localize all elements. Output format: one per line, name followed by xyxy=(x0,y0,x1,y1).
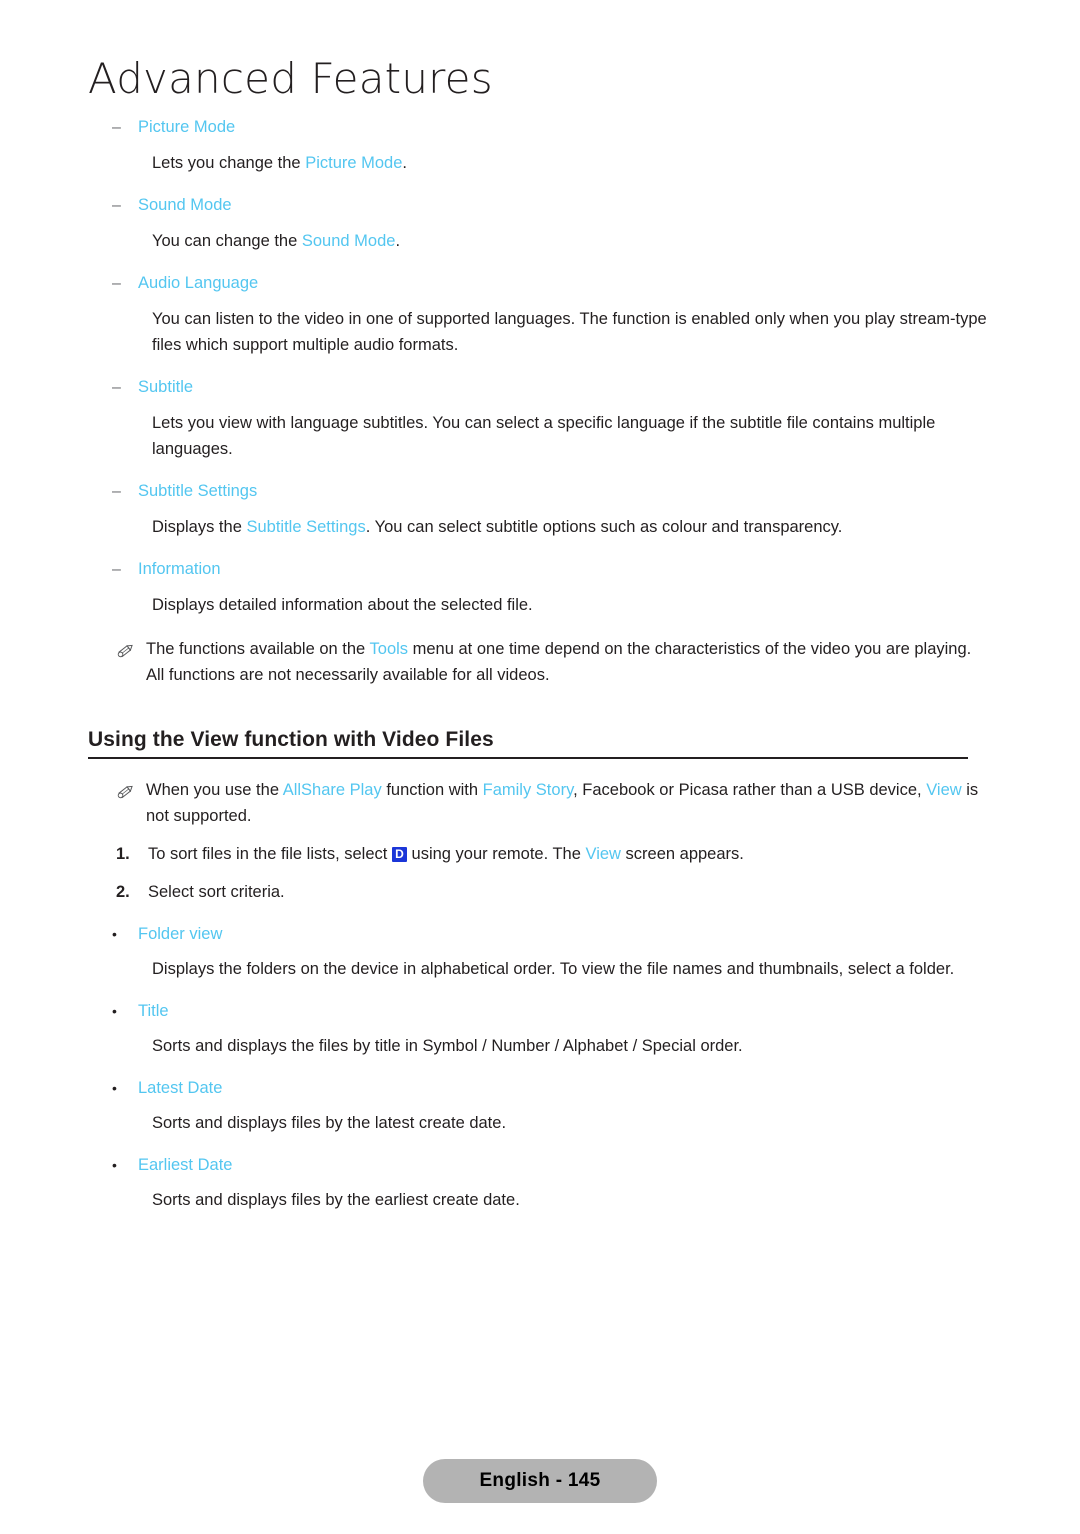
inline-link-subtitle-settings: Subtitle Settings xyxy=(246,518,366,536)
option-body-subtitle-settings: Displays the Subtitle Settings. You can … xyxy=(88,514,988,540)
dash-marker-icon: – xyxy=(112,483,121,500)
step-text-2: Select sort criteria. xyxy=(148,883,285,901)
note-allshare: When you use the AllShare Play function … xyxy=(88,777,988,829)
step-text-pre: To sort files in the file lists, select xyxy=(148,845,392,863)
option-body-subtitle: Lets you view with language subtitles. Y… xyxy=(152,414,936,458)
option-body-information: Displays detailed information about the … xyxy=(152,596,533,614)
dash-marker-icon: – xyxy=(112,197,121,214)
note-tools: The functions available on the Tools men… xyxy=(88,636,988,688)
criteria-body-title: Sorts and displays the files by title in… xyxy=(152,1037,743,1055)
option-body-text-tail: . xyxy=(402,154,408,172)
page-number-badge: English - 145 xyxy=(423,1459,657,1503)
option-body-picture-mode: Lets you change the Picture Mode. xyxy=(88,150,988,176)
option-body-sound-mode: You can change the Sound Mode. xyxy=(88,228,988,254)
criteria-label-title: Title xyxy=(138,1002,169,1020)
step-row-1: 1. To sort files in the file lists, sele… xyxy=(88,841,988,867)
option-row-subtitle-settings: – Subtitle Settings xyxy=(88,476,988,505)
inline-link-sound-mode: Sound Mode xyxy=(301,232,396,250)
option-body-text-tail: . You can select subtitle options such a… xyxy=(365,518,843,536)
bullet-dot-icon: • xyxy=(112,926,117,942)
inline-link-family-story: Family Story xyxy=(482,781,574,799)
note-tools-text: The functions available on the Tools men… xyxy=(146,636,988,688)
option-label-subtitle-settings: Subtitle Settings xyxy=(138,482,258,500)
dash-marker-icon: – xyxy=(112,561,121,578)
dash-marker-icon: – xyxy=(112,379,121,396)
option-row-audio-language: – Audio Language xyxy=(88,268,988,297)
inline-link-tools: Tools xyxy=(369,640,409,658)
option-body-audio-language: You can listen to the video in one of su… xyxy=(152,310,987,354)
option-row-subtitle: – Subtitle xyxy=(88,372,988,401)
criteria-label-earliest-date: Earliest Date xyxy=(138,1156,233,1174)
step-text-mid: using your remote. The xyxy=(406,845,586,863)
criteria-body-earliest-date: Sorts and displays files by the earliest… xyxy=(152,1191,520,1209)
page-footer: English - 145 xyxy=(0,1459,1080,1503)
pencil-icon xyxy=(116,777,146,801)
inline-link-view: View xyxy=(585,845,621,863)
inline-link-view: View xyxy=(926,781,962,799)
option-label-sound-mode: Sound Mode xyxy=(138,196,232,214)
inline-link-picture-mode: Picture Mode xyxy=(305,154,403,172)
page-content: – Picture Mode Lets you change the Pictu… xyxy=(88,112,988,1227)
step-row-2: 2. Select sort criteria. xyxy=(88,879,988,905)
bullet-dot-icon: • xyxy=(112,1080,117,1096)
criteria-body-latest-date: Sorts and displays files by the latest c… xyxy=(152,1114,507,1132)
criteria-row-latest-date: • Latest Date xyxy=(88,1073,988,1101)
option-label-audio-language: Audio Language xyxy=(138,274,259,292)
manual-page: Advanced Features – Picture Mode Lets yo… xyxy=(0,0,1080,1534)
option-row-information: – Information xyxy=(88,554,988,583)
bullet-dot-icon: • xyxy=(112,1003,117,1019)
criteria-row-title: • Title xyxy=(88,996,988,1024)
option-body-text: Lets you change the xyxy=(152,154,306,172)
note-text-pre: The functions available on the xyxy=(146,640,370,658)
option-row-sound-mode: – Sound Mode xyxy=(88,190,988,219)
pencil-icon xyxy=(116,636,146,660)
step-text-post: screen appears. xyxy=(620,845,744,863)
note-text-mid2: , Facebook or Picasa rather than a USB d… xyxy=(573,781,927,799)
sort-criteria-list: • Folder view Displays the folders on th… xyxy=(88,919,988,1213)
note-text-pre: When you use the xyxy=(146,781,283,799)
step-text-1: To sort files in the file lists, select … xyxy=(148,841,744,867)
criteria-body-folder-view: Displays the folders on the device in al… xyxy=(152,960,955,978)
criteria-label-latest-date: Latest Date xyxy=(138,1079,223,1097)
dash-marker-icon: – xyxy=(112,119,121,136)
step-number: 1. xyxy=(116,845,130,863)
criteria-row-earliest-date: • Earliest Date xyxy=(88,1150,988,1178)
section-heading-using-view-function: Using the View function with Video Files xyxy=(88,728,968,759)
criteria-row-folder-view: • Folder view xyxy=(88,919,988,947)
option-label-picture-mode: Picture Mode xyxy=(138,118,236,136)
option-label-subtitle: Subtitle xyxy=(138,378,194,396)
inline-link-allshare-play: AllShare Play xyxy=(282,781,382,799)
option-label-information: Information xyxy=(138,560,221,578)
option-row-picture-mode: – Picture Mode xyxy=(88,112,988,141)
step-number: 2. xyxy=(116,883,130,901)
dash-marker-icon: – xyxy=(112,275,121,292)
note-allshare-text: When you use the AllShare Play function … xyxy=(146,777,988,829)
page-title: Advanced Features xyxy=(88,54,493,103)
option-body-text-tail: . xyxy=(395,232,401,250)
criteria-label-folder-view: Folder view xyxy=(138,925,223,943)
bullet-dot-icon: • xyxy=(112,1157,117,1173)
option-body-text: You can change the xyxy=(152,232,302,250)
option-body-text: Displays the xyxy=(152,518,247,536)
remote-key-d-icon: D xyxy=(391,847,407,862)
note-text-mid1: function with xyxy=(381,781,483,799)
